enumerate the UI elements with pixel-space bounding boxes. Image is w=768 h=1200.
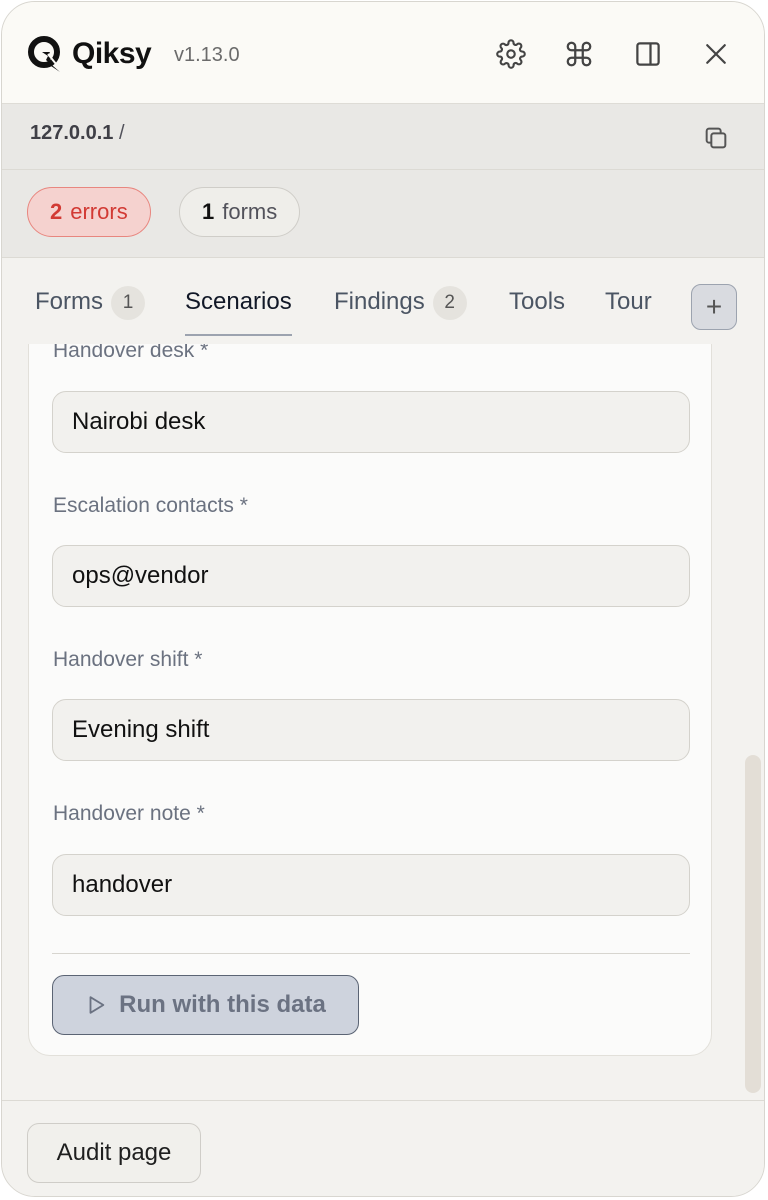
- escalation-contacts-input[interactable]: [52, 545, 690, 607]
- version-label: v1.13.0: [174, 44, 240, 66]
- tab-count: 2: [432, 286, 467, 320]
- footer: Audit page: [2, 1100, 764, 1196]
- copy-icon[interactable]: [702, 124, 730, 152]
- tab-tour[interactable]: Tour: [605, 288, 652, 340]
- summary-badges: 2 errors 1 forms: [2, 170, 764, 258]
- divider: [52, 953, 690, 954]
- settings-gear-icon[interactable]: [491, 34, 531, 74]
- errors-label: errors: [70, 199, 128, 224]
- tab-tools[interactable]: Tools: [509, 288, 565, 340]
- command-icon[interactable]: [559, 34, 599, 74]
- run-with-data-button[interactable]: Run with this data: [52, 975, 359, 1035]
- handover-note-input[interactable]: [52, 854, 690, 916]
- tab-label: Tools: [509, 288, 566, 315]
- tab-label: Scenarios: [185, 288, 292, 315]
- close-icon[interactable]: [696, 34, 736, 74]
- tab-count: 1: [111, 286, 145, 320]
- scenario-content: Handover desk * Escalation contacts * Ha…: [2, 344, 764, 1100]
- tab-label: Tour: [605, 288, 652, 315]
- header: Qiksy v1.13.0: [2, 2, 764, 104]
- errors-badge[interactable]: 2 errors: [27, 187, 151, 237]
- brand-name: Qiksy: [72, 37, 152, 70]
- field-label-handover-shift: Handover shift *: [53, 648, 203, 671]
- handover-shift-input[interactable]: [52, 699, 690, 761]
- add-tab-button[interactable]: +: [691, 284, 737, 330]
- errors-count: 2: [50, 199, 63, 224]
- forms-badge[interactable]: 1 forms: [179, 187, 301, 237]
- forms-label: forms: [222, 199, 278, 224]
- tab-label: Findings: [334, 288, 425, 315]
- field-label-handover-desk: Handover desk *: [53, 344, 209, 362]
- run-button-label: Run with this data: [119, 991, 326, 1018]
- scenario-form-card: Handover desk * Escalation contacts * Ha…: [28, 344, 712, 1056]
- url-path: /: [118, 122, 125, 144]
- forms-count: 1: [202, 199, 215, 224]
- url-bar: 127.0.0.1 /: [2, 104, 764, 170]
- field-label-escalation-contacts: Escalation contacts *: [53, 494, 248, 517]
- qiksy-logo-icon: [28, 36, 60, 72]
- tab-bar: Forms 1 Scenarios Findings 2 Tools Tour …: [2, 258, 764, 344]
- field-label-handover-note: Handover note *: [53, 802, 205, 825]
- tab-scenarios[interactable]: Scenarios: [185, 288, 292, 340]
- tab-label: Forms: [35, 288, 103, 315]
- handover-desk-input[interactable]: [52, 391, 690, 453]
- tab-findings[interactable]: Findings 2: [334, 286, 467, 340]
- audit-page-button[interactable]: Audit page: [27, 1123, 201, 1183]
- tab-forms[interactable]: Forms 1: [35, 286, 145, 340]
- sidebar-panel-icon[interactable]: [628, 34, 668, 74]
- scrollbar-thumb[interactable]: [745, 755, 761, 1093]
- url-host: 127.0.0.1: [30, 122, 114, 144]
- play-icon: [89, 996, 105, 1014]
- extension-window: Qiksy v1.13.0 127.0.0.1 / 2 errors 1 for…: [1, 1, 765, 1197]
- page-url: 127.0.0.1 /: [30, 122, 125, 145]
